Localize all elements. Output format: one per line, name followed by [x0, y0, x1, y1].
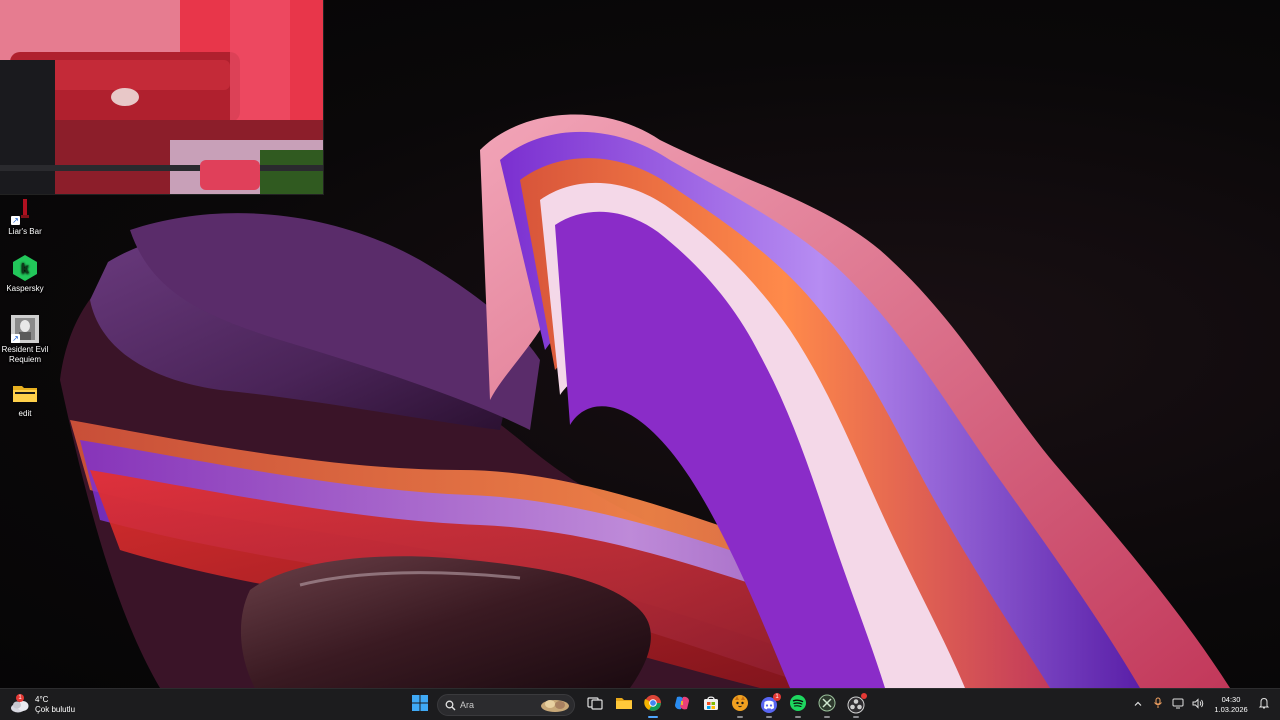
desktop-icon-kaspersky[interactable]: k Kaspersky: [0, 254, 50, 294]
discord-icon: 1: [760, 693, 781, 714]
cat-app-button[interactable]: [726, 691, 754, 719]
desktop-icon-liars-bar[interactable]: ↗ Liar's Bar: [0, 197, 50, 237]
microsoft-store-button[interactable]: [697, 691, 725, 719]
system-tray: 04:30 1.03.2026: [1128, 691, 1280, 719]
notification-icon: [1258, 696, 1270, 714]
taskbar-apps: 1: [406, 691, 871, 719]
microsoft-store-icon: [703, 695, 719, 716]
liars-bar-game-icon: ↗: [11, 197, 39, 225]
desktop: ↗ Liar's Bar k Kaspersky ↗ Resident Evil…: [0, 0, 1280, 688]
webcam-scene: [0, 0, 323, 194]
weather-alert-badge: 1: [16, 694, 24, 702]
desktop-icon-label: Kaspersky: [6, 284, 44, 293]
obs-recording-indicator: [861, 693, 867, 699]
xbox-button[interactable]: [813, 691, 841, 719]
shortcut-arrow-icon: ↗: [11, 216, 20, 225]
discord-button[interactable]: 1: [755, 691, 783, 719]
task-view-icon: [587, 695, 603, 716]
desktop-icon-label: Liar's Bar: [8, 227, 42, 236]
microphone-icon: [1153, 696, 1163, 714]
task-view-button[interactable]: [581, 691, 609, 719]
volume-button[interactable]: [1188, 692, 1208, 718]
network-icon: [1172, 696, 1184, 714]
taskbar-search[interactable]: [437, 694, 575, 716]
notification-center-button[interactable]: [1254, 692, 1274, 718]
obs-button[interactable]: [842, 691, 870, 719]
svg-text:k: k: [21, 260, 29, 276]
microphone-button[interactable]: [1148, 692, 1168, 718]
search-icon: [445, 700, 456, 711]
chevron-up-icon: [1133, 696, 1143, 714]
file-explorer-button[interactable]: [610, 691, 638, 719]
start-button[interactable]: [406, 691, 434, 719]
chrome-icon: [644, 694, 662, 717]
weather-temperature: 4°C: [35, 695, 49, 704]
desktop-icon-label: edit: [18, 409, 32, 418]
spotify-button[interactable]: [784, 691, 812, 719]
folder-icon: [11, 379, 39, 407]
desktop-icon-resident-evil-requiem[interactable]: ↗ Resident Evil Requiem: [0, 315, 50, 365]
volume-icon: [1192, 696, 1204, 714]
network-button[interactable]: [1168, 692, 1188, 718]
xbox-icon: [818, 694, 836, 717]
desktop-icon-edit-folder[interactable]: edit: [0, 379, 50, 419]
search-highlight-image: [540, 697, 570, 713]
clock[interactable]: 04:30 1.03.2026: [1210, 695, 1252, 715]
obs-icon: [847, 693, 867, 714]
spotify-icon: [789, 694, 807, 717]
webcam-overlay: [0, 0, 324, 195]
taskbar: 1 4°C Çok bulutlu Ara 1 04:30 1.03.2026: [0, 688, 1280, 720]
cat-app-icon: [731, 694, 749, 717]
clock-date: 1.03.2026: [1214, 705, 1248, 714]
copilot-icon: [673, 694, 691, 717]
desktop-icon-label: Resident Evil Requiem: [1, 345, 49, 364]
resident-evil-requiem-icon: ↗: [11, 315, 39, 343]
shortcut-arrow-icon: ↗: [11, 334, 20, 343]
kaspersky-k-icon: k: [11, 254, 39, 282]
windows-start-icon: [412, 694, 428, 716]
file-explorer-icon: [615, 695, 633, 716]
weather-widget[interactable]: 1 4°C Çok bulutlu: [10, 693, 75, 717]
cloudy-weather-icon: 1: [10, 694, 30, 714]
show-hidden-icons-button[interactable]: [1128, 692, 1148, 718]
clock-time: 04:30: [1221, 695, 1241, 704]
chrome-button[interactable]: [639, 691, 667, 719]
search-input[interactable]: [460, 700, 540, 710]
copilot-button[interactable]: [668, 691, 696, 719]
weather-condition: Çok bulutlu: [35, 705, 76, 714]
discord-notification-badge: 1: [773, 693, 781, 701]
